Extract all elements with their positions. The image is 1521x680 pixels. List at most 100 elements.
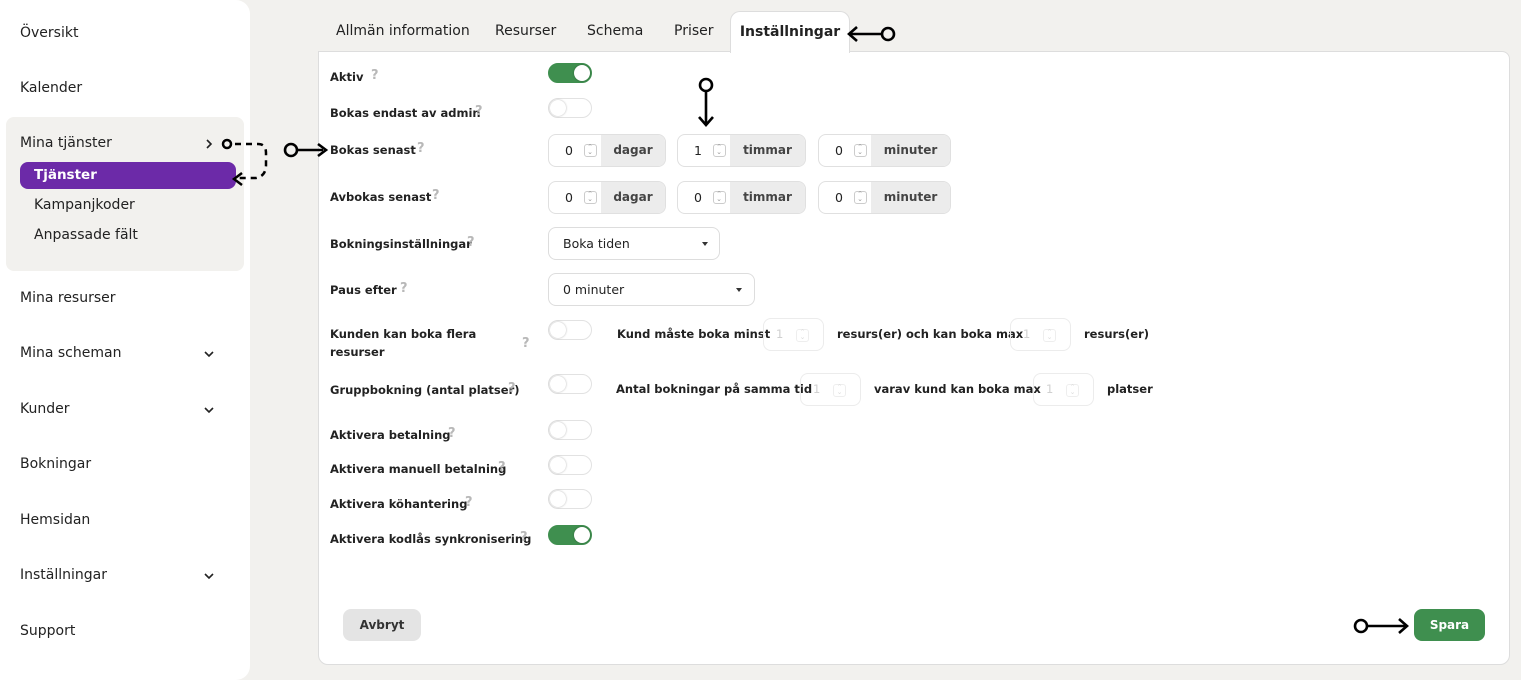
help-icon[interactable]: ? bbox=[400, 281, 408, 296]
avbokas-senast-timmar[interactable]: 0 ⌃ ⌄ timmar bbox=[677, 181, 806, 214]
unit-minuter: minuter bbox=[871, 182, 950, 213]
spinner-icon[interactable]: ⌃ ⌄ bbox=[708, 182, 730, 213]
label-bokas-endast-admin: Bokas endast av admin bbox=[330, 106, 481, 120]
text-resurser-end: resurs(er) bbox=[1084, 327, 1150, 341]
toggle-aktivera-kohantering[interactable] bbox=[548, 489, 592, 509]
value[interactable]: 1 bbox=[678, 135, 708, 166]
spinner-icon[interactable]: ⌃ ⌄ bbox=[849, 135, 871, 166]
input-varav-max[interactable]: 1 ⌃ ⌄ bbox=[1033, 373, 1094, 406]
text-varav-max: varav kund kan boka max bbox=[874, 382, 1041, 396]
help-icon[interactable]: ? bbox=[465, 495, 473, 510]
toggle-bokas-endast-admin[interactable] bbox=[548, 98, 592, 118]
nav-mina-resurser[interactable]: Mina resurser bbox=[20, 290, 116, 306]
tab-priser[interactable]: Priser bbox=[674, 11, 714, 52]
caret-down-icon bbox=[702, 242, 708, 246]
nav-hemsidan[interactable]: Hemsidan bbox=[20, 512, 90, 528]
save-button[interactable]: Spara bbox=[1414, 609, 1485, 641]
spinner-icon[interactable]: ⌃ ⌄ bbox=[579, 135, 601, 166]
bokas-senast-timmar[interactable]: 1 ⌃ ⌄ timmar bbox=[677, 134, 806, 167]
annotation-arrow-down-icon bbox=[698, 77, 714, 127]
nav-mina-scheman[interactable]: Mina scheman bbox=[20, 345, 121, 361]
text-min-resurser: Kund måste boka minst bbox=[617, 327, 771, 341]
chevron-down-icon[interactable] bbox=[203, 404, 215, 416]
toggle-flera-resurser[interactable] bbox=[548, 320, 592, 340]
tab-resurser[interactable]: Resurser bbox=[495, 11, 556, 52]
nav-oversikt[interactable]: Översikt bbox=[20, 25, 78, 41]
sidebar: Översikt Kalender Mina tjänster Tjänster… bbox=[0, 0, 250, 680]
spinner-icon[interactable]: ⌃ ⌄ bbox=[833, 384, 846, 397]
help-icon[interactable]: ? bbox=[520, 530, 528, 545]
value[interactable]: 0 bbox=[819, 135, 849, 166]
label-bokningsinstallningar: Bokningsinställningar bbox=[330, 237, 472, 251]
spinner-icon[interactable]: ⌃ ⌄ bbox=[849, 182, 871, 213]
unit-dagar: dagar bbox=[601, 135, 665, 166]
value: 1 bbox=[776, 327, 784, 341]
bokas-senast-dagar[interactable]: 0 ⌃ ⌄ dagar bbox=[548, 134, 666, 167]
select-bokningsinstallningar[interactable]: Boka tiden bbox=[548, 227, 720, 260]
label-aktivera-kodlas: Aktivera kodlås synkronisering bbox=[330, 532, 532, 546]
toggle-aktivera-kodlas[interactable] bbox=[548, 525, 592, 545]
help-icon[interactable]: ? bbox=[522, 336, 530, 351]
input-antal-bokningar[interactable]: 1 ⌃ ⌄ bbox=[800, 373, 861, 406]
toggle-aktivera-manuell-betalning[interactable] bbox=[548, 455, 592, 475]
help-icon[interactable]: ? bbox=[432, 188, 440, 203]
help-icon[interactable]: ? bbox=[417, 141, 425, 156]
spinner-icon[interactable]: ⌃ ⌄ bbox=[579, 182, 601, 213]
nav-kunder[interactable]: Kunder bbox=[20, 401, 70, 417]
input-min-resurser[interactable]: 1 ⌃ ⌄ bbox=[763, 318, 824, 351]
help-icon[interactable]: ? bbox=[467, 235, 475, 250]
annotation-arrow-tab-icon bbox=[847, 26, 896, 42]
label-aktiv: Aktiv bbox=[330, 70, 364, 84]
nav-bokningar[interactable]: Bokningar bbox=[20, 456, 91, 472]
chevron-down-icon[interactable] bbox=[203, 570, 215, 582]
nav-support[interactable]: Support bbox=[20, 623, 75, 639]
spinner-icon[interactable]: ⌃ ⌄ bbox=[1066, 384, 1079, 397]
value[interactable]: 0 bbox=[549, 135, 579, 166]
help-icon[interactable]: ? bbox=[498, 460, 506, 475]
avbokas-senast-dagar[interactable]: 0 ⌃ ⌄ dagar bbox=[548, 181, 666, 214]
spinner-icon[interactable]: ⌃ ⌄ bbox=[708, 135, 730, 166]
select-paus-efter[interactable]: 0 minuter bbox=[548, 273, 755, 306]
nav-anpassade-falt[interactable]: Anpassade fält bbox=[34, 227, 138, 243]
bokas-senast-minuter[interactable]: 0 ⌃ ⌄ minuter bbox=[818, 134, 951, 167]
value[interactable]: 0 bbox=[549, 182, 579, 213]
toggle-aktiv[interactable] bbox=[548, 63, 592, 83]
help-icon[interactable]: ? bbox=[371, 68, 379, 83]
nav-tjanster[interactable]: Tjänster bbox=[20, 162, 236, 189]
avbokas-senast-minuter[interactable]: 0 ⌃ ⌄ minuter bbox=[818, 181, 951, 214]
unit-dagar: dagar bbox=[601, 182, 665, 213]
value: 1 bbox=[813, 382, 821, 396]
chevron-right-icon[interactable] bbox=[203, 138, 215, 150]
selected-value: Boka tiden bbox=[563, 236, 630, 251]
value: 1 bbox=[1046, 382, 1054, 396]
tab-allman-information[interactable]: Allmän information bbox=[336, 11, 470, 52]
help-icon[interactable]: ? bbox=[448, 426, 456, 441]
value[interactable]: 0 bbox=[678, 182, 708, 213]
value: 1 bbox=[1023, 327, 1031, 341]
text-max-resurser: resurs(er) och kan boka max bbox=[837, 327, 1024, 341]
nav-kalender[interactable]: Kalender bbox=[20, 80, 82, 96]
text-antal-bokningar: Antal bokningar på samma tid bbox=[616, 382, 813, 396]
help-icon[interactable]: ? bbox=[475, 104, 483, 119]
toggle-aktivera-betalning[interactable] bbox=[548, 420, 592, 440]
caret-down-icon bbox=[736, 288, 742, 292]
label-bokas-senast: Bokas senast bbox=[330, 143, 416, 157]
tab-installningar[interactable]: Inställningar bbox=[730, 11, 850, 53]
nav-kampanjkoder[interactable]: Kampanjkoder bbox=[34, 197, 135, 213]
toggle-gruppbokning[interactable] bbox=[548, 374, 592, 394]
value[interactable]: 0 bbox=[819, 182, 849, 213]
unit-timmar: timmar bbox=[730, 182, 805, 213]
tab-schema[interactable]: Schema bbox=[587, 11, 643, 52]
label-gruppbokning: Gruppbokning (antal platser) bbox=[330, 383, 520, 397]
input-max-resurser[interactable]: 1 ⌃ ⌄ bbox=[1010, 318, 1071, 351]
chevron-down-icon[interactable] bbox=[203, 348, 215, 360]
annotation-arrow-sidebar-icon bbox=[221, 138, 329, 186]
nav-installningar[interactable]: Inställningar bbox=[20, 567, 107, 583]
unit-minuter: minuter bbox=[871, 135, 950, 166]
cancel-button[interactable]: Avbryt bbox=[343, 609, 421, 641]
spinner-icon[interactable]: ⌃ ⌄ bbox=[1043, 329, 1056, 342]
help-icon[interactable]: ? bbox=[508, 381, 516, 396]
nav-mina-tjanster[interactable]: Mina tjänster bbox=[20, 135, 112, 151]
label-aktivera-betalning: Aktivera betalning bbox=[330, 428, 451, 442]
spinner-icon[interactable]: ⌃ ⌄ bbox=[796, 329, 809, 342]
